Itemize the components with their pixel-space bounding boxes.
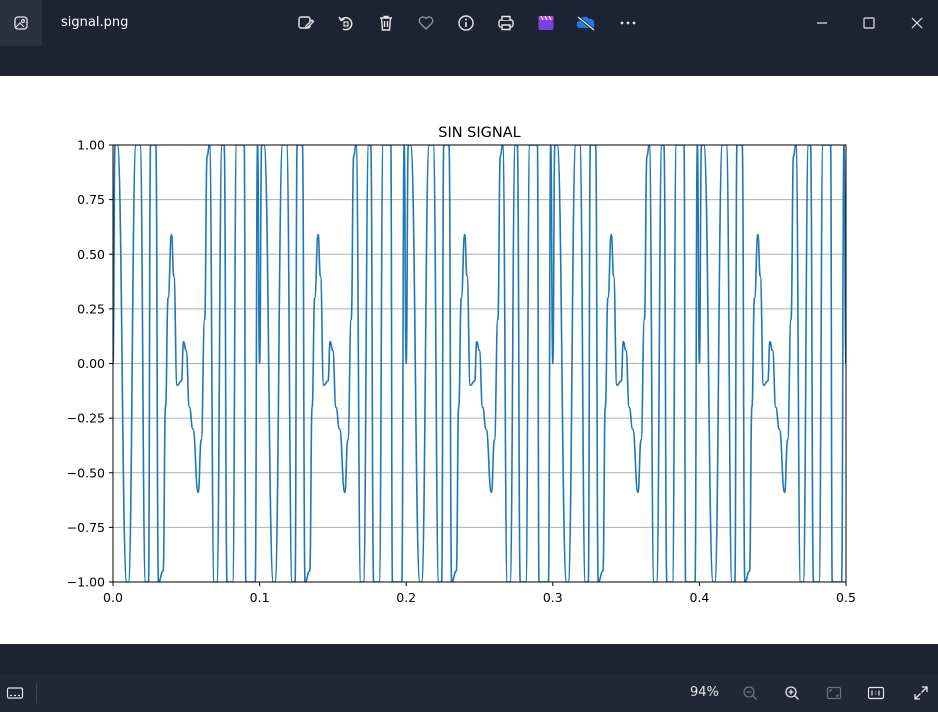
x-tick-label: 0.1 [250,590,270,605]
status-bar: 94% [0,674,938,712]
clipchamp-icon [538,15,554,30]
minimize-icon [817,22,827,24]
zoom-level: 94% [690,685,719,700]
close-icon [911,17,923,29]
print-button[interactable] [495,12,517,34]
info-icon [458,15,474,31]
full-screen-button[interactable] [910,682,932,704]
photos-app-icon[interactable] [0,0,42,46]
minimize-button[interactable] [811,12,833,34]
delete-icon [380,15,392,31]
x-tick-label: 0.0 [103,590,123,605]
edit-image-icon [298,16,315,29]
y-tick-label: −0.50 [67,465,105,480]
zoom-in-icon [785,686,799,700]
clipchamp-button[interactable] [535,12,557,34]
status-divider [36,683,37,703]
zoom-in-button[interactable] [781,682,803,704]
image-canvas[interactable]: 1.00 0.75 0.50 0.25 0.00 −0.25 −0.50 −0.75 −1.00… [0,76,938,644]
print-icon [498,15,514,31]
favorite-icon [418,16,434,30]
close-button[interactable] [906,12,928,34]
zoom-out-button[interactable] [739,682,761,704]
favorite-button[interactable] [415,12,437,34]
toolbar-spacer [0,46,938,76]
info-button[interactable] [455,12,477,34]
expand-icon [914,686,928,700]
fit-to-window-button[interactable] [823,682,845,704]
maximize-icon [863,17,875,29]
sin-signal-chart: 1.00 0.75 0.50 0.25 0.00 −0.25 −0.50 −0.75 −1.00… [67,125,856,605]
x-tick-label: 0.4 [689,590,709,605]
more-button[interactable] [617,12,639,34]
zoom-out-icon [743,686,757,700]
x-tick-label: 0.3 [543,590,563,605]
actual-size-icon [867,686,885,700]
y-tick-label: 0.00 [77,356,105,371]
actual-size-button[interactable] [865,682,887,704]
filmstrip-spacer [0,644,938,674]
onedrive-icon [576,15,595,32]
y-tick-label: 0.50 [77,247,105,262]
chart-title: SIN SIGNAL [438,125,521,141]
more-icon [620,21,636,25]
filmstrip-icon [6,687,24,699]
x-axis-ticks: 0.0 0.1 0.2 0.3 0.4 0.5 [103,582,856,605]
maximize-button[interactable] [858,12,880,34]
y-tick-label: −0.25 [67,411,105,426]
filmstrip-button[interactable] [4,682,26,704]
y-axis-ticks: 1.00 0.75 0.50 0.25 0.00 −0.25 −0.50 −0.75 −1.00 [67,138,113,590]
x-tick-label: 0.5 [836,590,856,605]
edit-image-button[interactable] [295,12,317,34]
onedrive-button[interactable] [575,12,597,34]
y-tick-label: 0.25 [77,301,105,316]
y-tick-label: 1.00 [77,138,105,153]
rotate-button[interactable] [335,12,357,34]
y-tick-label: −1.00 [67,575,105,590]
delete-button[interactable] [375,12,397,34]
title-bar: signal.png [0,0,938,46]
y-tick-label: −0.75 [67,520,105,535]
y-tick-label: 0.75 [77,192,105,207]
rotate-icon [338,16,353,31]
x-tick-label: 0.2 [396,590,416,605]
fit-window-icon [826,686,842,700]
file-name: signal.png [61,15,129,30]
